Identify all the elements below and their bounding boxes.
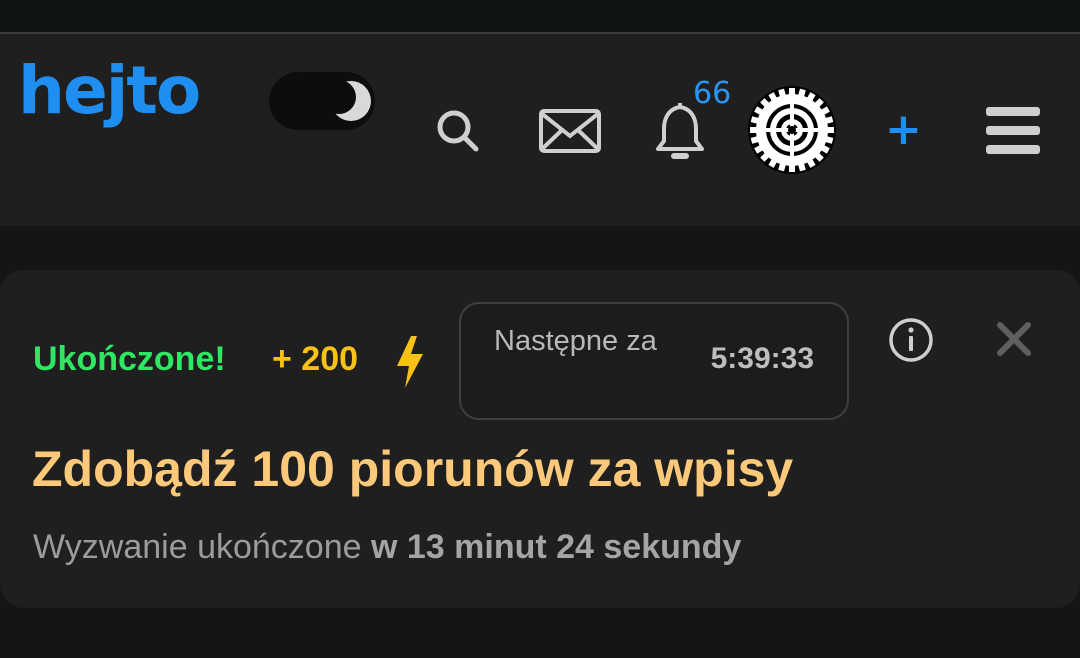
hejto-logo[interactable]: hejto: [18, 58, 201, 124]
close-icon[interactable]: [996, 321, 1032, 357]
next-challenge-label: Następne za: [494, 325, 657, 357]
avatar[interactable]: [748, 86, 836, 174]
lightning-icon: [397, 336, 423, 388]
theme-toggle[interactable]: [269, 72, 375, 130]
gear-avatar-icon: [750, 88, 834, 172]
envelope-icon[interactable]: [538, 108, 602, 154]
add-post-button[interactable]: +: [885, 108, 922, 152]
challenge-subtitle-prefix: Wyzwanie ukończone: [33, 528, 362, 566]
challenge-title: Zdobądź 100 piorunów za wpisy: [32, 441, 794, 497]
search-icon[interactable]: [434, 107, 482, 155]
challenge-status: Ukończone!: [33, 340, 226, 378]
hamburger-icon[interactable]: [986, 107, 1040, 155]
moon-icon: [327, 80, 371, 121]
challenge-duration: w 13 minut 24 sekundy: [370, 528, 742, 566]
status-bar: [0, 0, 1080, 34]
challenge-reward: + 200: [272, 340, 359, 378]
next-challenge-time: 5:39:33: [710, 342, 814, 375]
notifications-badge: 66: [693, 76, 732, 111]
info-icon[interactable]: [887, 316, 935, 364]
challenge-subtitle: Wyzwanie ukończone w 13 minut 24 sekundy: [33, 528, 741, 567]
next-challenge-timer: Następne za 5:39:33: [459, 302, 849, 420]
